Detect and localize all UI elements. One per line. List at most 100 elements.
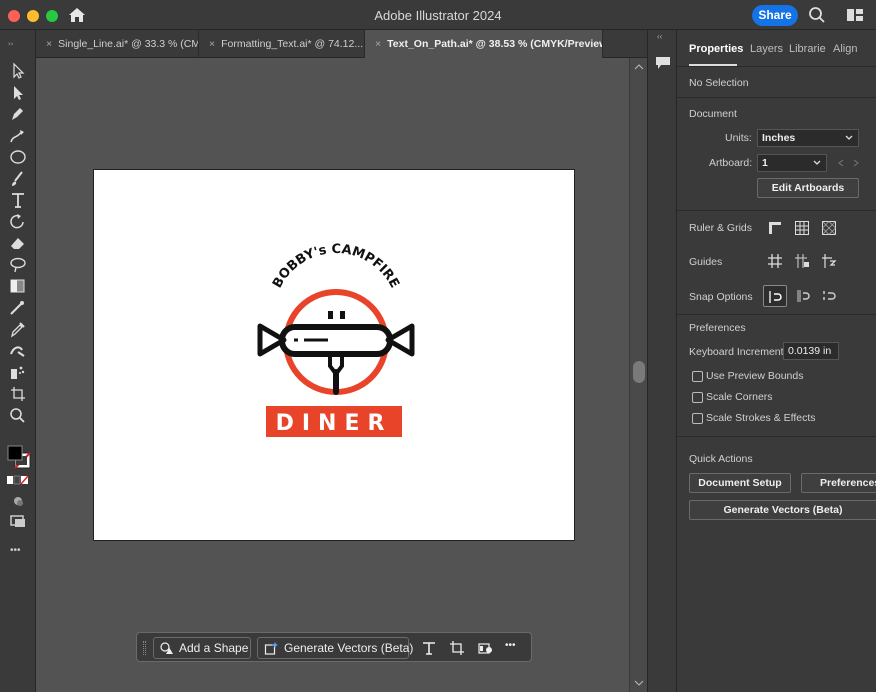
snap-options-label: Snap Options xyxy=(689,291,753,303)
collapse-panels-icon[interactable]: ‹‹ xyxy=(657,32,662,41)
document-heading: Document xyxy=(689,108,737,120)
artboard-value: 1 xyxy=(762,157,768,169)
scroll-up-icon[interactable] xyxy=(634,64,644,70)
ruler-grids-label: Ruler & Grids xyxy=(689,222,753,234)
grid-icon[interactable] xyxy=(794,220,810,236)
drawing-mode-icon[interactable] xyxy=(8,492,28,510)
workspace-layout-icon[interactable] xyxy=(846,8,864,22)
generate-vectors-beta-button[interactable]: Generate Vectors (Beta) xyxy=(257,637,413,659)
paintbrush-tool-icon[interactable] xyxy=(8,170,28,188)
drag-handle[interactable] xyxy=(143,641,146,655)
shape-builder-tool-icon[interactable] xyxy=(8,342,28,360)
artboard-label: Artboard: xyxy=(709,157,753,169)
snap-to-point-toggle[interactable] xyxy=(763,285,787,307)
tab-close-icon[interactable]: × xyxy=(375,38,381,50)
generate-vectors-label: Generate Vectors (Beta) xyxy=(284,641,414,655)
scale-strokes-checkbox[interactable] xyxy=(692,413,703,424)
rotate-tool-icon[interactable] xyxy=(8,213,28,231)
direct-selection-tool-icon[interactable] xyxy=(8,84,28,102)
collapsed-panel-strip: ‹‹ xyxy=(647,30,677,692)
use-preview-bounds-checkbox[interactable] xyxy=(692,371,703,382)
tab-formatting-text[interactable]: × Formatting_Text.ai* @ 74.12... xyxy=(199,30,365,58)
snap-to-pixel-icon[interactable] xyxy=(795,288,811,304)
fill-stroke-swatch[interactable] xyxy=(6,444,32,470)
next-artboard-icon[interactable] xyxy=(852,159,860,167)
tab-close-icon[interactable]: × xyxy=(46,38,52,50)
document-setup-button[interactable]: Document Setup xyxy=(689,473,791,493)
artboard-crop-icon[interactable] xyxy=(449,640,465,656)
transparency-grid-icon[interactable] xyxy=(821,220,837,236)
selection-status: No Selection xyxy=(689,77,749,89)
panel-divider xyxy=(677,66,876,67)
contextual-task-bar: Add a Shape Generate Vectors (Beta) ••• xyxy=(136,632,532,662)
tab-properties[interactable]: Properties xyxy=(689,43,743,55)
vertical-scroll-thumb[interactable] xyxy=(633,361,645,383)
eyedropper-tool-icon[interactable] xyxy=(8,320,28,338)
scroll-down-icon[interactable] xyxy=(634,680,644,686)
scale-corners-checkbox[interactable] xyxy=(692,392,703,403)
more-options-icon[interactable]: ••• xyxy=(505,640,516,651)
lasso-tool-icon[interactable] xyxy=(8,256,28,274)
tab-close-icon[interactable]: × xyxy=(209,38,215,50)
tab-align[interactable]: Align xyxy=(833,43,857,55)
right-bow xyxy=(385,323,415,357)
type-tool-icon[interactable] xyxy=(8,191,28,209)
canvas-area[interactable]: BOBBY's CAMPFIRE DINER xyxy=(36,58,629,692)
add-shape-button[interactable]: Add a Shape xyxy=(153,637,251,659)
panel-tabs: Properties Layers Librarie Align xyxy=(677,43,876,65)
zoom-tool-icon[interactable] xyxy=(8,406,28,424)
chevron-down-icon xyxy=(813,160,821,165)
eraser-tool-icon[interactable] xyxy=(8,234,28,252)
curvature-tool-icon[interactable] xyxy=(8,127,28,145)
smart-guides-icon[interactable] xyxy=(821,253,837,269)
active-tab-indicator xyxy=(689,64,737,66)
edit-toolbar-icon[interactable]: ••• xyxy=(10,545,21,556)
campfire-diner-logo[interactable]: BOBBY's CAMPFIRE DINER xyxy=(94,170,574,540)
keyboard-increment-label: Keyboard Increment: xyxy=(689,346,787,358)
show-guides-icon[interactable] xyxy=(767,253,783,269)
share-button[interactable]: Share xyxy=(752,5,798,26)
tab-single-line[interactable]: × Single_Line.ai* @ 33.3 % (CM... xyxy=(36,30,199,58)
gradient-tool-icon[interactable] xyxy=(8,277,28,295)
search-icon[interactable] xyxy=(808,6,826,24)
artboard[interactable]: BOBBY's CAMPFIRE DINER xyxy=(93,169,575,541)
recolor-icon[interactable] xyxy=(477,640,493,656)
units-select[interactable]: Inches xyxy=(757,129,859,147)
comments-icon[interactable] xyxy=(655,56,671,70)
snap-to-glyph-icon[interactable] xyxy=(821,288,837,304)
add-shape-label: Add a Shape xyxy=(179,641,249,655)
shape-icon xyxy=(160,642,173,654)
hotdog-body xyxy=(279,324,393,357)
preferences-button[interactable]: Preferences xyxy=(801,473,876,493)
type-icon[interactable] xyxy=(421,640,437,656)
edit-artboards-button[interactable]: Edit Artboards xyxy=(757,178,859,198)
ruler-icon[interactable] xyxy=(767,220,783,236)
tab-libraries[interactable]: Librarie xyxy=(789,43,826,55)
color-mode-icon[interactable] xyxy=(7,475,29,485)
tab-text-on-path[interactable]: × Text_On_Path.ai* @ 38.53 % (CMYK/Previe… xyxy=(365,30,603,58)
left-bow xyxy=(257,323,287,357)
generate-vectors-button[interactable]: Generate Vectors (Beta) xyxy=(689,500,876,520)
previous-artboard-icon[interactable] xyxy=(837,159,845,167)
artboard-select[interactable]: 1 xyxy=(757,154,827,172)
lock-guides-icon[interactable] xyxy=(794,253,810,269)
symbol-sprayer-tool-icon[interactable] xyxy=(8,363,28,381)
units-label: Units: xyxy=(725,132,752,144)
units-value: Inches xyxy=(762,132,796,144)
blend-tool-icon[interactable] xyxy=(8,299,28,317)
properties-panel: Properties Layers Librarie Align No Sele… xyxy=(677,30,876,692)
artboard-tool-icon[interactable] xyxy=(8,385,28,403)
tab-layers[interactable]: Layers xyxy=(750,43,783,55)
keyboard-increment-input[interactable]: 0.0139 in xyxy=(783,342,839,360)
scale-strokes-label: Scale Strokes & Effects xyxy=(706,412,816,424)
panel-divider xyxy=(677,97,876,98)
ellipse-tool-icon[interactable] xyxy=(8,148,28,166)
chevron-down-icon xyxy=(845,135,853,140)
use-preview-bounds-label: Use Preview Bounds xyxy=(706,370,804,382)
pen-tool-icon[interactable] xyxy=(8,105,28,123)
collapse-toolbar-icon[interactable]: ›› xyxy=(8,34,28,48)
snap-point-icon xyxy=(769,291,782,303)
screen-mode-icon[interactable] xyxy=(8,512,28,530)
vertical-scrollbar[interactable] xyxy=(629,58,647,692)
selection-tool-icon[interactable] xyxy=(8,62,28,80)
